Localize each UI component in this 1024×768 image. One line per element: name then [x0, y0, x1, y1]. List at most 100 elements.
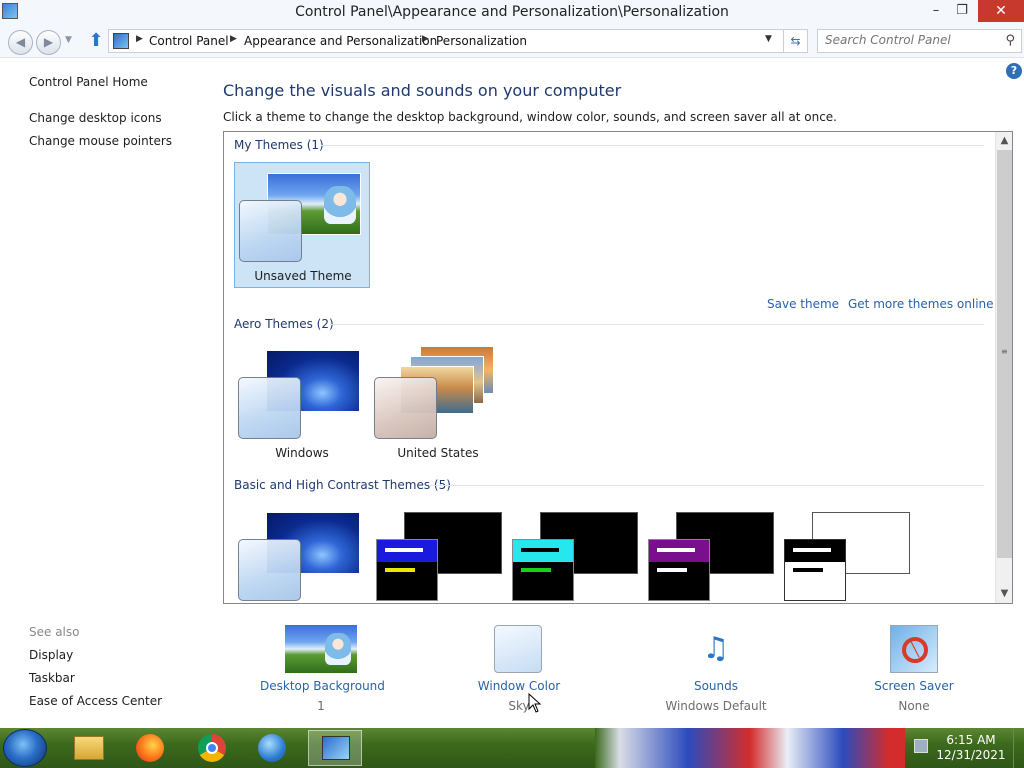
anime-character-image: [325, 633, 351, 665]
theme-list[interactable]: My Themes (1) Unsaved Theme Save theme G…: [223, 131, 1013, 604]
refresh-button[interactable]: ⇆: [783, 30, 807, 52]
theme-windows-basic[interactable]: [234, 504, 370, 603]
clock-date: 12/31/2021: [936, 748, 1006, 762]
window-title: Control Panel\Appearance and Personaliza…: [295, 4, 729, 20]
tile-value: 1: [317, 699, 325, 713]
window-color-thumbnail: [494, 625, 542, 673]
music-notes-icon: ♫: [702, 631, 730, 666]
divider: [429, 485, 984, 486]
page-description: Click a theme to change the desktop back…: [223, 110, 837, 124]
window-color-swatch: [238, 377, 301, 439]
divider: [321, 145, 984, 146]
chrome-icon: [198, 734, 226, 762]
scroll-up-icon[interactable]: ▲: [996, 132, 1012, 149]
tile-label[interactable]: Window Color: [459, 679, 579, 693]
navigation-bar: ◀ ▶ ▼ ⬆ ▶ Control Panel ▶ Appearance and…: [0, 26, 1024, 58]
basic-themes-header: Basic and High Contrast Themes (5): [234, 478, 451, 492]
desktop-background-thumbnail: [285, 625, 357, 673]
desktop-background-tile[interactable]: Desktop Background 1: [260, 621, 385, 721]
ease-of-access-center-link[interactable]: Ease of Access Center: [29, 694, 162, 708]
theme-high-contrast-white[interactable]: [778, 504, 914, 603]
breadcrumb-control-panel[interactable]: Control Panel: [149, 34, 229, 48]
address-dropdown-icon[interactable]: ▼: [765, 34, 772, 44]
breadcrumb-personalization[interactable]: Personalization: [436, 34, 527, 48]
start-button[interactable]: [3, 729, 47, 767]
firefox-taskbar-button[interactable]: [124, 730, 178, 766]
vertical-scrollbar[interactable]: ▲ ≡ ▼: [995, 132, 1012, 603]
theme-label: Unsaved Theme: [254, 269, 352, 283]
window-color-swatch: [239, 200, 302, 262]
control-panel-icon: [322, 736, 350, 760]
theme-united-states[interactable]: United States: [370, 342, 506, 468]
divider: [330, 324, 984, 325]
recent-pages-dropdown-icon[interactable]: ▼: [65, 35, 72, 45]
change-mouse-pointers-link[interactable]: Change mouse pointers: [29, 134, 172, 148]
theme-unsaved[interactable]: Unsaved Theme: [234, 162, 370, 288]
window-color-tile[interactable]: Window Color Sky: [459, 621, 579, 721]
address-bar[interactable]: ▶ Control Panel ▶ Appearance and Persona…: [108, 29, 808, 53]
my-themes-header: My Themes (1): [234, 138, 324, 152]
file-explorer-taskbar-button[interactable]: [62, 730, 116, 766]
theme-high-contrast-2[interactable]: [506, 504, 642, 603]
tile-label[interactable]: Desktop Background: [260, 679, 385, 693]
folder-icon: [74, 736, 104, 760]
change-desktop-icons-link[interactable]: Change desktop icons: [29, 111, 162, 125]
sounds-tile[interactable]: ♫ Sounds Windows Default: [656, 621, 776, 721]
network-icon[interactable]: [914, 739, 928, 753]
chevron-right-icon[interactable]: ▶: [422, 34, 429, 44]
get-more-themes-link[interactable]: Get more themes online: [848, 297, 994, 311]
theme-high-contrast-1[interactable]: [370, 504, 506, 603]
scroll-down-icon[interactable]: ▼: [996, 585, 1012, 602]
save-theme-link[interactable]: Save theme: [767, 297, 839, 311]
page-title: Change the visuals and sounds on your co…: [223, 81, 622, 100]
network-taskbar-button[interactable]: [246, 730, 300, 766]
grip-icon: ≡: [1001, 347, 1008, 356]
no-entry-icon: ╲: [902, 637, 928, 663]
search-input[interactable]: [825, 33, 995, 47]
chevron-right-icon[interactable]: ▶: [136, 34, 143, 44]
theme-label: United States: [397, 446, 479, 460]
wallpaper-strip-image: [595, 728, 905, 768]
tile-value: Windows Default: [665, 699, 767, 713]
window-color-swatch: [374, 377, 437, 439]
window-color-swatch: [784, 539, 846, 601]
control-panel-home-link[interactable]: Control Panel Home: [29, 75, 148, 89]
aero-themes-header: Aero Themes (2): [234, 317, 334, 331]
display-link[interactable]: Display: [29, 648, 73, 662]
see-also-label: See also: [29, 625, 80, 639]
show-desktop-button[interactable]: [1013, 728, 1024, 768]
search-icon[interactable]: ⚲: [1005, 33, 1015, 48]
taskbar-link[interactable]: Taskbar: [29, 671, 75, 685]
chrome-taskbar-button[interactable]: [186, 730, 240, 766]
theme-high-contrast-black[interactable]: [642, 504, 778, 603]
screen-saver-icon: ╲: [890, 625, 938, 673]
main-content: ? Change the visuals and sounds on your …: [200, 59, 1024, 728]
chevron-right-icon[interactable]: ▶: [230, 34, 237, 44]
mouse-cursor-icon: [528, 692, 542, 713]
scroll-thumb[interactable]: ≡: [997, 150, 1012, 558]
screen-saver-tile[interactable]: ╲ Screen Saver None: [854, 621, 974, 721]
control-panel-taskbar-button[interactable]: [308, 730, 362, 766]
tile-value: None: [898, 699, 930, 713]
window-color-swatch: [238, 539, 301, 601]
search-box[interactable]: ⚲: [817, 29, 1022, 53]
restore-button[interactable]: ❐: [947, 0, 977, 22]
theme-windows[interactable]: Windows: [234, 342, 370, 468]
firefox-icon: [136, 734, 164, 762]
anime-character-image: [324, 186, 356, 224]
tile-label[interactable]: Screen Saver: [854, 679, 974, 693]
tile-label[interactable]: Sounds: [656, 679, 776, 693]
clock[interactable]: 6:15 AM 12/31/2021: [936, 733, 1006, 763]
taskbar: 6:15 AM 12/31/2021: [0, 728, 1024, 768]
window-color-swatch: [648, 539, 710, 601]
back-button[interactable]: ◀: [8, 30, 33, 55]
window-color-swatch: [512, 539, 574, 601]
help-icon[interactable]: ?: [1006, 63, 1022, 79]
clock-time: 6:15 AM: [946, 733, 996, 747]
close-button[interactable]: ✕: [978, 0, 1024, 22]
breadcrumb-appearance[interactable]: Appearance and Personalization: [244, 34, 437, 48]
title-bar: Control Panel\Appearance and Personaliza…: [0, 0, 1024, 26]
left-pane: Control Panel Home Change desktop icons …: [0, 59, 200, 728]
up-arrow-icon[interactable]: ⬆: [86, 31, 106, 51]
forward-button[interactable]: ▶: [36, 30, 61, 55]
